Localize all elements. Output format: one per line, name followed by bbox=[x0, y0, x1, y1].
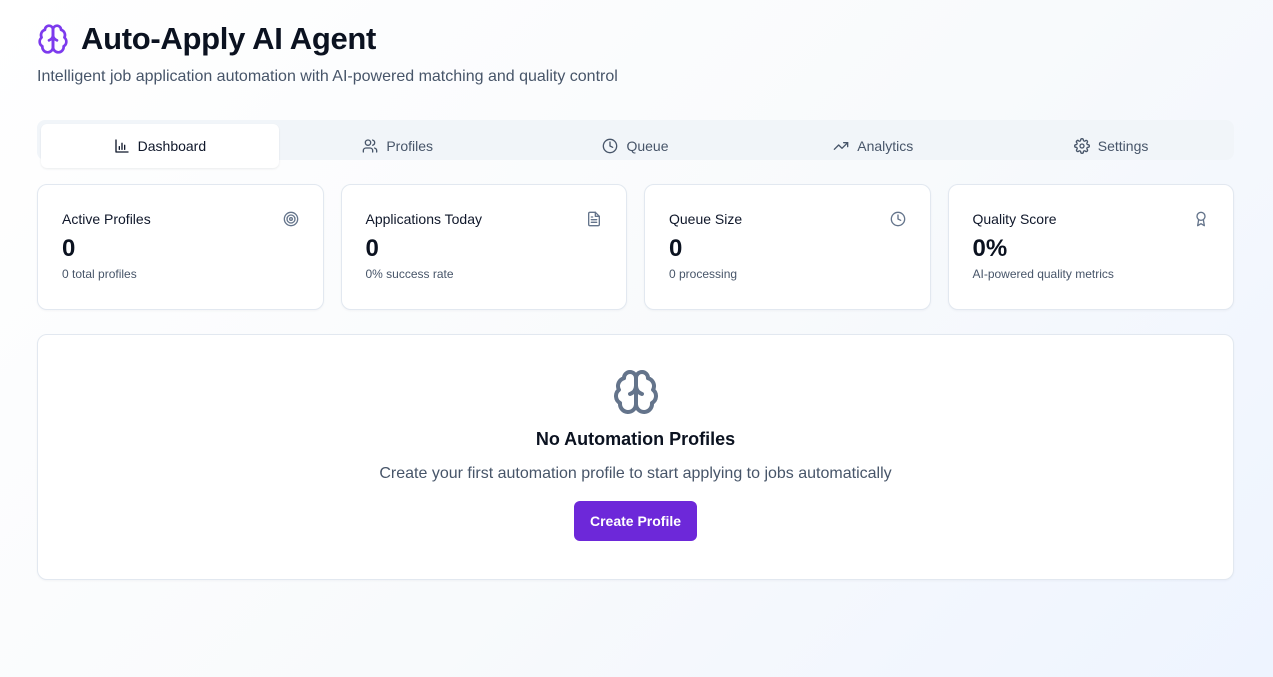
stat-value: 0 bbox=[365, 235, 379, 262]
page-header: Auto-Apply AI Agent Intelligent job appl… bbox=[37, 20, 618, 86]
gear-icon bbox=[1073, 138, 1090, 154]
empty-state-panel: No Automation Profiles Create your first… bbox=[37, 334, 1234, 580]
bar-chart-icon bbox=[114, 139, 129, 153]
tab-label: Settings bbox=[1097, 138, 1149, 154]
tab-queue[interactable]: Queue bbox=[517, 124, 755, 168]
stat-card-quality-score: Quality Score 0% AI-powered quality metr… bbox=[947, 184, 1234, 310]
stat-title: Quality Score bbox=[972, 211, 1057, 227]
award-icon bbox=[1196, 211, 1206, 227]
empty-state-message: Create your first automation profile to … bbox=[379, 465, 892, 482]
title-row: Auto-Apply AI Agent bbox=[37, 20, 618, 58]
tab-dashboard[interactable]: Dashboard bbox=[41, 124, 279, 168]
clock-icon bbox=[603, 138, 618, 154]
brain-icon bbox=[613, 370, 658, 414]
file-text-icon bbox=[588, 211, 600, 227]
tab-profiles[interactable]: Profiles bbox=[279, 124, 517, 168]
stat-value: 0 bbox=[669, 235, 683, 262]
tab-label: Queue bbox=[626, 138, 669, 154]
target-icon bbox=[283, 211, 298, 227]
stat-value: 0% bbox=[972, 235, 1008, 262]
stat-subtext: 0 total profiles bbox=[62, 267, 137, 281]
create-profile-button[interactable]: Create Profile bbox=[573, 501, 698, 541]
stat-card-queue-size: Queue Size 0 0 processing bbox=[644, 184, 931, 310]
trending-up-icon bbox=[833, 142, 849, 150]
stat-value: 0 bbox=[62, 235, 76, 262]
empty-state-title: No Automation Profiles bbox=[535, 429, 736, 449]
stats-row: Active Profiles 0 0 total profiles Appli… bbox=[37, 184, 1234, 310]
stat-subtext: 0 processing bbox=[669, 267, 738, 281]
stat-subtext: 0% success rate bbox=[365, 267, 454, 281]
stat-subtext: AI-powered quality metrics bbox=[972, 267, 1114, 281]
brain-icon bbox=[38, 24, 68, 54]
stat-card-active-profiles: Active Profiles 0 0 total profiles bbox=[37, 184, 324, 310]
stat-title: Queue Size bbox=[669, 211, 743, 227]
page-title: Auto-Apply AI Agent bbox=[81, 21, 377, 56]
clock-icon bbox=[890, 211, 905, 227]
stat-card-applications-today: Applications Today 0 0% success rate bbox=[340, 184, 627, 310]
stat-title: Active Profiles bbox=[62, 211, 151, 227]
tab-label: Dashboard bbox=[137, 138, 207, 154]
stat-title: Applications Today bbox=[365, 211, 482, 227]
main-tabs: Dashboard Profiles Queue Analytics Setti… bbox=[37, 120, 1234, 168]
tab-label: Profiles bbox=[386, 138, 434, 154]
tab-analytics[interactable]: Analytics bbox=[754, 124, 992, 168]
tab-label: Analytics bbox=[857, 138, 914, 154]
tab-settings[interactable]: Settings bbox=[992, 124, 1230, 168]
page-subtitle: Intelligent job application automation w… bbox=[37, 68, 618, 85]
users-icon bbox=[363, 139, 378, 153]
